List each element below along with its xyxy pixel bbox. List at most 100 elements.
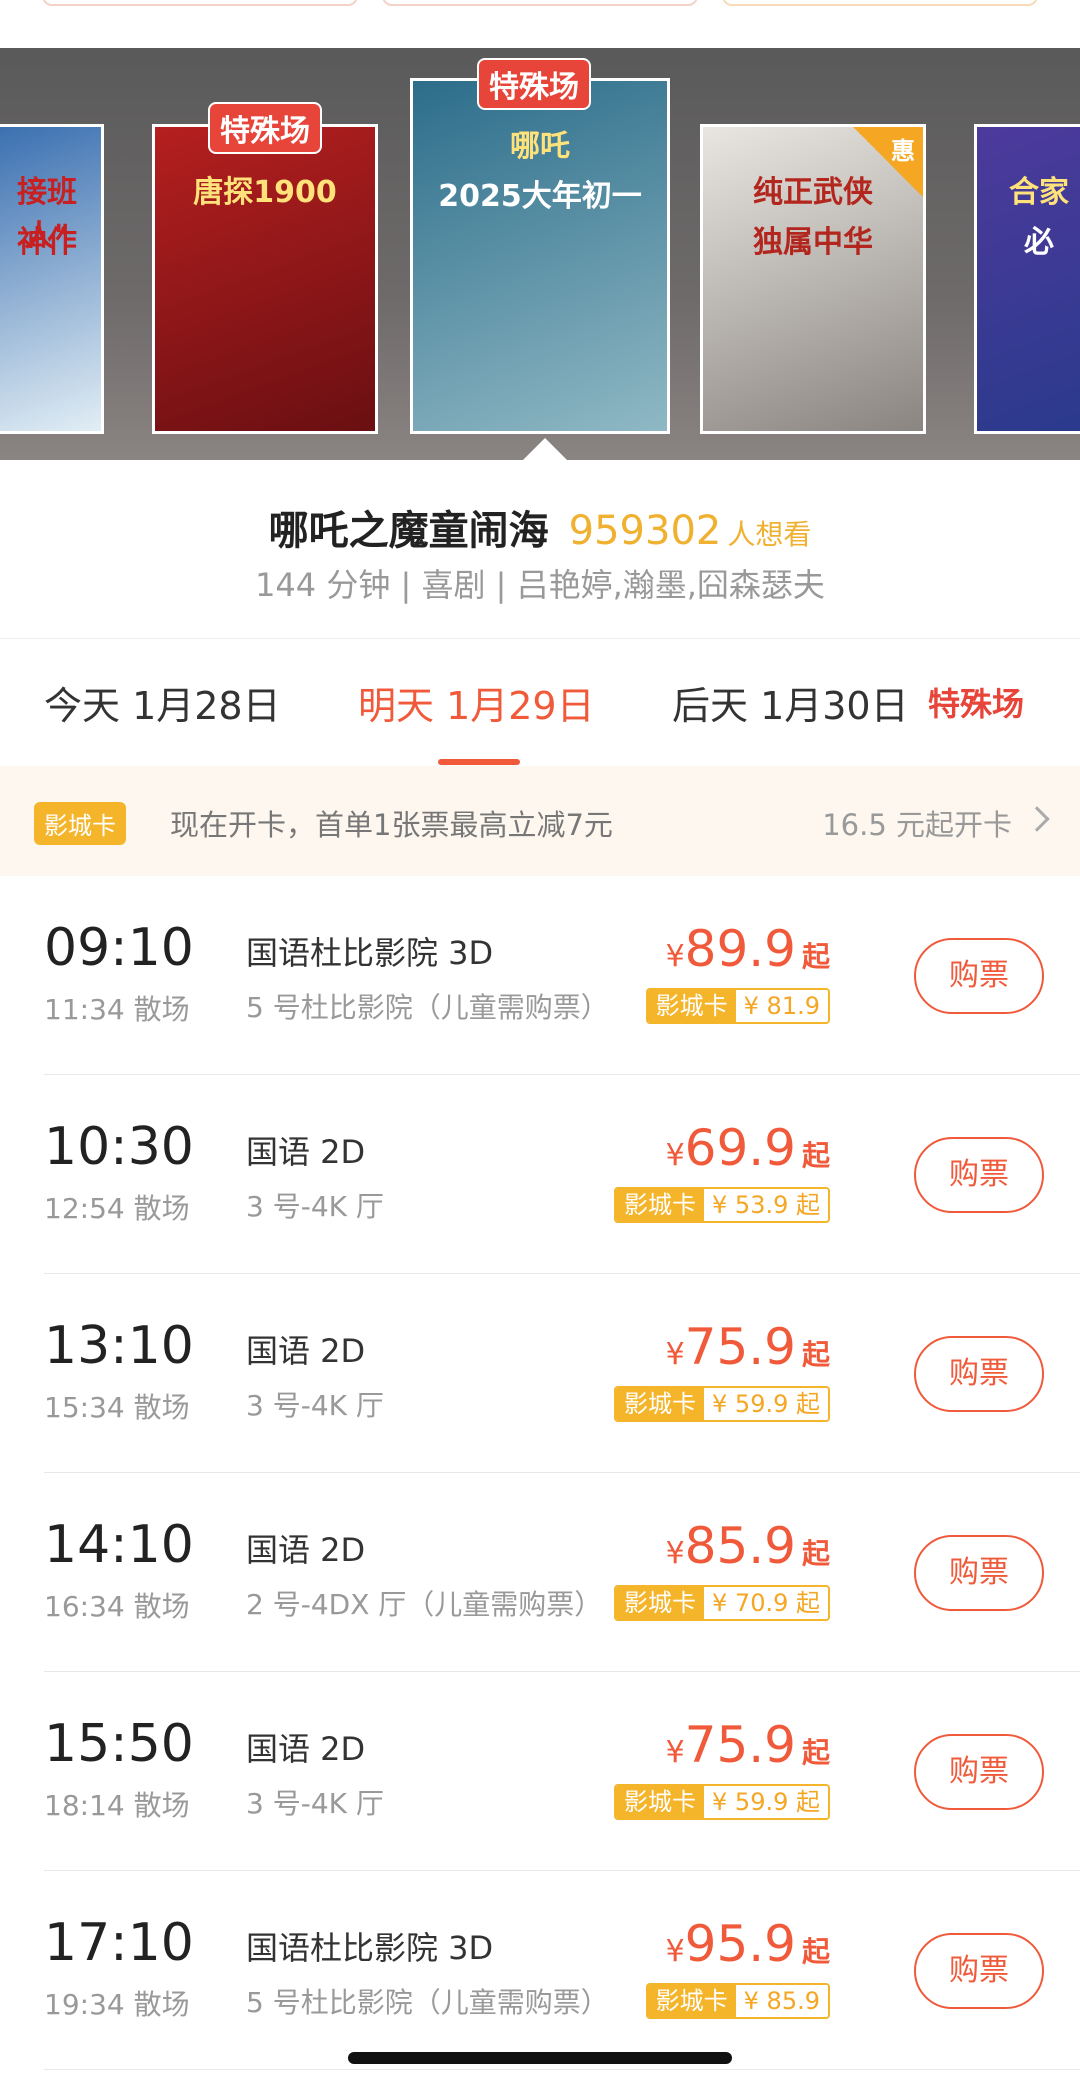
- session-row[interactable]: 17:10 19:34 散场 国语杜比影院 3D 5 号杜比影院（儿童需购票） …: [0, 1871, 1080, 2070]
- filter-pill[interactable]: [722, 0, 1038, 6]
- want-label: 人想看: [727, 518, 812, 551]
- card-price-value: ¥ 70.9 起: [704, 1587, 828, 1619]
- card-price-tag: 影城卡 ¥ 59.9 起: [614, 1784, 830, 1820]
- price-value: 75.9: [684, 1318, 796, 1376]
- buy-ticket-button[interactable]: 购票: [914, 1137, 1044, 1213]
- ticket-price: ¥69.9 起: [666, 1119, 830, 1177]
- price-value: 75.9: [684, 1716, 796, 1774]
- ticket-price: ¥75.9 起: [666, 1716, 830, 1774]
- movie-poster[interactable]: 纯正武侠 独属中华惠: [700, 124, 926, 434]
- card-price-label: 影城卡: [647, 1985, 736, 2017]
- active-tab-indicator: [438, 759, 520, 765]
- movie-poster[interactable]: 接班人" 神作: [0, 124, 104, 434]
- ticket-price: ¥75.9 起: [666, 1318, 830, 1376]
- language-format: 国语杜比影院 3D: [246, 934, 494, 972]
- card-price-value: ¥ 59.9 起: [704, 1786, 828, 1818]
- card-price-value: ¥ 53.9 起: [704, 1189, 828, 1221]
- poster-title: 合家: [1009, 175, 1069, 210]
- price-value: 89.9: [684, 920, 796, 978]
- card-price-value: ¥ 81.9: [735, 990, 828, 1022]
- tab-day-after[interactable]: 后天 1月30日: [672, 675, 909, 730]
- start-time: 15:50: [44, 1714, 194, 1774]
- buy-ticket-button[interactable]: 购票: [914, 1336, 1044, 1412]
- currency-symbol: ¥: [665, 1337, 685, 1372]
- card-price-value: ¥ 85.9: [735, 1985, 828, 2017]
- start-time: 17:10: [44, 1913, 194, 1973]
- end-time: 19:34 散场: [44, 1988, 190, 2021]
- end-time: 11:34 散场: [44, 993, 190, 1026]
- currency-symbol: ¥: [665, 1735, 685, 1770]
- price-value: 69.9: [684, 1119, 796, 1177]
- session-row[interactable]: 10:30 12:54 散场 国语 2D 3 号-4K 厅 ¥69.9 起 影城卡…: [0, 1075, 1080, 1274]
- hall-name: 3 号-4K 厅: [246, 1787, 384, 1820]
- poster-subtitle: 神作: [17, 225, 77, 260]
- movie-poster-selected[interactable]: 哪吒 2025大年初一: [410, 78, 670, 434]
- price-from-label: 起: [801, 1736, 830, 1769]
- chevron-right-icon: [1024, 806, 1050, 832]
- end-time: 12:54 散场: [44, 1192, 190, 1225]
- start-time: 10:30: [44, 1117, 194, 1177]
- price-value: 95.9: [684, 1915, 796, 1973]
- end-time: 16:34 散场: [44, 1590, 190, 1623]
- buy-ticket-button[interactable]: 购票: [914, 1933, 1044, 2009]
- poster-carousel[interactable]: 接班人" 神作 唐探1900 哪吒 2025大年初一 纯正武侠 独属中华惠 合家必 特…: [0, 48, 1080, 460]
- want-count: 959302: [568, 508, 722, 554]
- end-time: 18:14 散场: [44, 1789, 190, 1822]
- poster-subtitle: 必: [1024, 225, 1054, 260]
- special-screening-tag: 特殊场: [208, 102, 322, 154]
- card-price-tag: 影城卡 ¥ 53.9 起: [614, 1187, 830, 1223]
- price-from-label: 起: [801, 940, 830, 973]
- cinema-card-banner[interactable]: 影城卡 现在开卡，首单1张票最高立减7元 16.5 元起开卡: [0, 766, 1080, 876]
- start-time: 13:10: [44, 1316, 194, 1376]
- date-tabs: 今天 1月28日 明天 1月29日 后天 1月30日 特殊场: [0, 638, 1080, 766]
- movie-poster[interactable]: 唐探1900: [152, 124, 378, 434]
- card-price-tag: 影城卡 ¥ 70.9 起: [614, 1585, 830, 1621]
- cinema-card-badge: 影城卡: [34, 802, 126, 845]
- poster-title: 哪吒: [510, 129, 570, 164]
- home-indicator: [348, 2052, 732, 2064]
- card-price-label: 影城卡: [647, 990, 736, 1022]
- price-from-label: 起: [801, 1139, 830, 1172]
- start-time: 14:10: [44, 1515, 194, 1575]
- movie-title: 哪吒之魔童闹海: [268, 508, 549, 554]
- end-time: 15:34 散场: [44, 1391, 190, 1424]
- buy-ticket-button[interactable]: 购票: [914, 938, 1044, 1014]
- session-row[interactable]: 14:10 16:34 散场 国语 2D 2 号-4DX 厅（儿童需购票） ¥8…: [0, 1473, 1080, 1672]
- hall-name: 3 号-4K 厅: [246, 1190, 384, 1223]
- language-format: 国语 2D: [246, 1332, 366, 1370]
- movie-poster[interactable]: 合家必: [974, 124, 1080, 434]
- language-format: 国语 2D: [246, 1133, 366, 1171]
- tab-tomorrow[interactable]: 明天 1月29日: [358, 675, 595, 730]
- cinema-card-price: 16.5 元起开卡: [822, 808, 1012, 842]
- price-from-label: 起: [801, 1537, 830, 1570]
- filter-pill[interactable]: [382, 0, 698, 6]
- special-screening-label: 特殊场: [928, 685, 1025, 723]
- poster-subtitle: 2025大年初一: [438, 179, 642, 214]
- movie-info: 哪吒之魔童闹海 959302 人想看 144 分钟 | 喜剧 | 吕艳婷,瀚墨,…: [0, 460, 1080, 638]
- currency-symbol: ¥: [665, 1138, 685, 1173]
- poster-subtitle: 独属中华: [753, 225, 873, 260]
- card-price-label: 影城卡: [616, 1786, 705, 1818]
- session-row[interactable]: 09:10 11:34 散场 国语杜比影院 3D 5 号杜比影院（儿童需购票） …: [0, 876, 1080, 1075]
- session-row[interactable]: 15:50 18:14 散场 国语 2D 3 号-4K 厅 ¥75.9 起 影城卡…: [0, 1672, 1080, 1871]
- language-format: 国语 2D: [246, 1531, 366, 1569]
- card-price-label: 影城卡: [616, 1587, 705, 1619]
- hall-name: 2 号-4DX 厅（儿童需购票）: [246, 1588, 603, 1621]
- card-price-label: 影城卡: [616, 1189, 705, 1221]
- tab-today[interactable]: 今天 1月28日: [44, 675, 281, 730]
- currency-symbol: ¥: [665, 1934, 685, 1969]
- top-filter-strip: [0, 0, 1080, 48]
- card-price-tag: 影城卡 ¥ 85.9: [645, 1983, 830, 2019]
- movie-meta: 144 分钟 | 喜剧 | 吕艳婷,瀚墨,囧森瑟夫: [255, 566, 825, 604]
- currency-symbol: ¥: [665, 939, 685, 974]
- price-value: 85.9: [684, 1517, 796, 1575]
- filter-pill[interactable]: [42, 0, 358, 6]
- card-price-value: ¥ 59.9 起: [704, 1388, 828, 1420]
- buy-ticket-button[interactable]: 购票: [914, 1734, 1044, 1810]
- session-list: 09:10 11:34 散场 国语杜比影院 3D 5 号杜比影院（儿童需购票） …: [0, 876, 1080, 2070]
- price-from-label: 起: [801, 1935, 830, 1968]
- hall-name: 5 号杜比影院（儿童需购票）: [246, 991, 609, 1024]
- session-row[interactable]: 13:10 15:34 散场 国语 2D 3 号-4K 厅 ¥75.9 起 影城卡…: [0, 1274, 1080, 1473]
- buy-ticket-button[interactable]: 购票: [914, 1535, 1044, 1611]
- ticket-price: ¥95.9 起: [666, 1915, 830, 1973]
